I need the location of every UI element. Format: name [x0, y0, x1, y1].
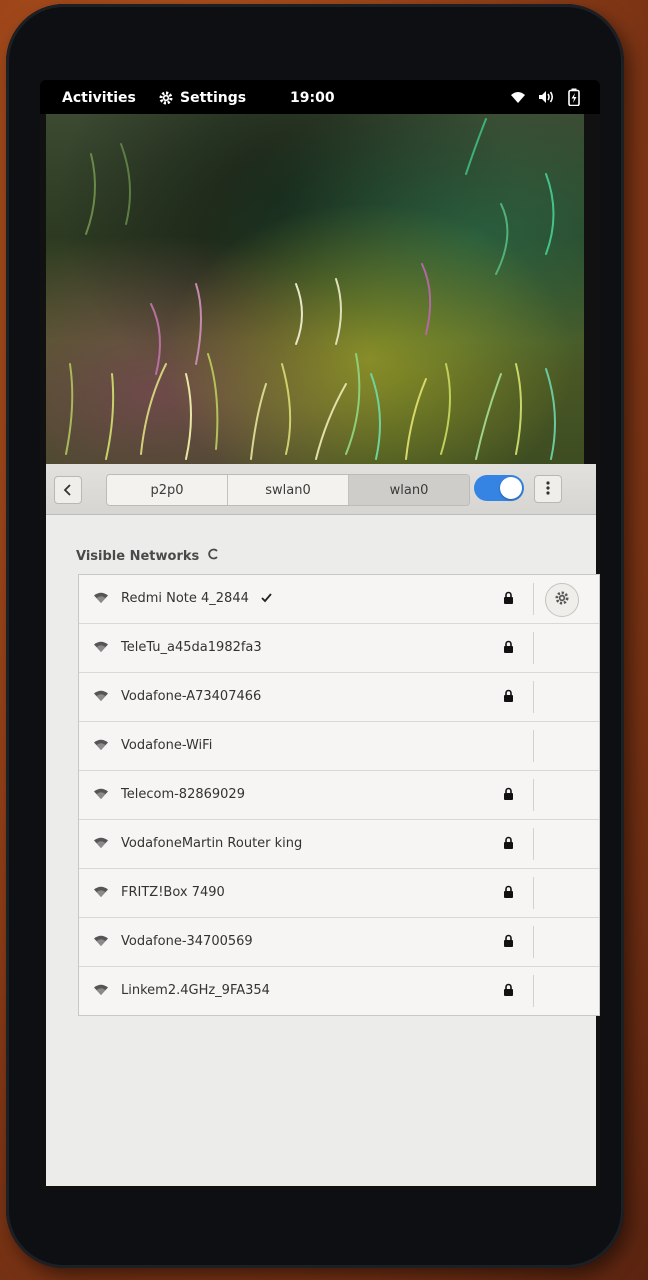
network-name: Linkem2.4GHz_9FA354: [121, 983, 270, 998]
lock-icon: [503, 591, 514, 608]
top-bar: Activities Settings 19:00: [40, 80, 600, 114]
wifi-toggle[interactable]: [474, 475, 524, 501]
toggle-knob: [500, 477, 522, 499]
wifi-signal-icon: [93, 983, 109, 1000]
row-divider: [533, 681, 534, 713]
volume-icon: [538, 90, 556, 104]
lock-icon: [503, 836, 514, 853]
settings-label: Settings: [180, 90, 247, 106]
row-divider: [533, 779, 534, 811]
network-row[interactable]: Vodafone-A73407466: [79, 673, 599, 722]
wifi-signal-icon: [93, 787, 109, 804]
row-divider: [533, 730, 534, 762]
wifi-icon: [510, 90, 526, 104]
network-row[interactable]: FRITZ!Box 7490: [79, 869, 599, 918]
lock-icon: [503, 885, 514, 902]
chevron-left-icon: [63, 481, 73, 500]
wifi-signal-icon: [93, 738, 109, 755]
clock[interactable]: 19:00: [290, 90, 335, 106]
network-name: Redmi Note 4_2844: [121, 591, 249, 606]
network-row[interactable]: Redmi Note 4_2844: [79, 575, 599, 624]
lock-icon: [503, 787, 514, 804]
network-row[interactable]: Linkem2.4GHz_9FA354: [79, 967, 599, 1015]
gear-icon: [158, 90, 174, 106]
wifi-signal-icon: [93, 836, 109, 853]
row-divider: [533, 926, 534, 958]
network-row[interactable]: Vodafone-WiFi: [79, 722, 599, 771]
network-row[interactable]: Telecom-82869029: [79, 771, 599, 820]
battery-icon: [568, 88, 580, 106]
network-name: Vodafone-WiFi: [121, 738, 213, 753]
network-name: Telecom-82869029: [121, 787, 245, 802]
checkmark-icon: [261, 592, 272, 607]
activities-button[interactable]: Activities: [62, 90, 136, 106]
lock-icon: [503, 934, 514, 951]
header-bar: p2p0 swlan0 wlan0: [46, 464, 596, 515]
screen: Activities Settings 19:00 p2p0 swlan0 wl…: [40, 80, 600, 1190]
network-row[interactable]: TeleTu_a45da1982fa3: [79, 624, 599, 673]
row-divider: [533, 828, 534, 860]
network-row[interactable]: Vodafone-34700569: [79, 918, 599, 967]
refresh-spinner-icon: [207, 548, 219, 564]
tab-swlan0[interactable]: swlan0: [228, 475, 349, 505]
lock-icon: [503, 983, 514, 1000]
settings-app-menu[interactable]: Settings: [158, 90, 246, 106]
tab-p2p0[interactable]: p2p0: [107, 475, 228, 505]
section-title: Visible Networks: [76, 548, 200, 564]
back-button[interactable]: [54, 476, 82, 504]
settings-window: p2p0 swlan0 wlan0 Visible Networks Redmi…: [46, 464, 600, 1186]
status-area[interactable]: [510, 88, 580, 106]
wifi-signal-icon: [93, 689, 109, 706]
network-row[interactable]: VodafoneMartin Router king: [79, 820, 599, 869]
wifi-signal-icon: [93, 640, 109, 657]
wifi-signal-icon: [93, 591, 109, 608]
wifi-signal-icon: [93, 885, 109, 902]
menu-button[interactable]: [534, 475, 562, 503]
phone-frame: Activities Settings 19:00 p2p0 swlan0 wl…: [6, 4, 624, 1268]
desktop-wallpaper: [46, 114, 584, 464]
row-divider: [533, 583, 534, 615]
device-tabs: p2p0 swlan0 wlan0: [106, 474, 470, 506]
row-divider: [533, 632, 534, 664]
row-divider: [533, 877, 534, 909]
visible-networks-heading: Visible Networks: [76, 548, 219, 564]
network-name: TeleTu_a45da1982fa3: [121, 640, 262, 655]
lock-icon: [503, 640, 514, 657]
wifi-signal-icon: [93, 934, 109, 951]
lock-icon: [503, 689, 514, 706]
network-name: Vodafone-A73407466: [121, 689, 262, 704]
network-settings-button[interactable]: [545, 583, 579, 617]
network-name: Vodafone-34700569: [121, 934, 253, 949]
network-list: Redmi Note 4_2844 TeleTu_a45da1982fa3 Voda…: [78, 574, 600, 1016]
vertical-dots-icon: [546, 480, 550, 499]
gear-icon: [554, 590, 570, 610]
row-divider: [533, 975, 534, 1007]
network-name: VodafoneMartin Router king: [121, 836, 303, 851]
tab-wlan0[interactable]: wlan0: [349, 475, 469, 505]
network-name: FRITZ!Box 7490: [121, 885, 225, 900]
